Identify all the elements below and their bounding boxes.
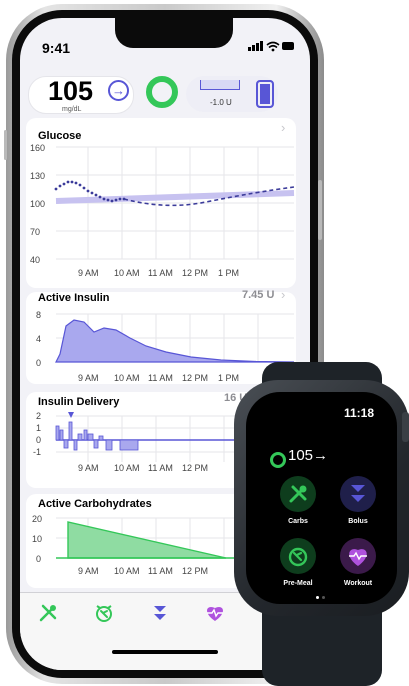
x-tick: 10 AM bbox=[114, 566, 140, 576]
insulin-delivery-title: Insulin Delivery bbox=[38, 396, 120, 408]
x-tick: 12 PM bbox=[182, 373, 208, 383]
glucose-title: Glucose bbox=[38, 130, 82, 142]
y-tick: 0 bbox=[36, 358, 41, 368]
x-tick: 9 AM bbox=[78, 268, 99, 278]
active-carbs-title: Active Carbohydrates bbox=[38, 498, 152, 510]
watch-bolus-label: Bolus bbox=[348, 518, 368, 525]
y-tick: 10 bbox=[32, 534, 42, 544]
x-tick: 1 PM bbox=[218, 373, 239, 383]
x-tick: 10 AM bbox=[114, 373, 140, 383]
y-tick: 20 bbox=[32, 514, 42, 524]
watch-premeal-button[interactable] bbox=[280, 538, 316, 574]
watch-carbs-button[interactable] bbox=[280, 476, 316, 512]
x-tick: 9 AM bbox=[78, 566, 99, 576]
active-insulin-card[interactable]: Active Insulin 7.45 U › 8 4 0 9 AM 10 AM… bbox=[26, 287, 296, 384]
watch-workout-button[interactable] bbox=[340, 538, 376, 574]
x-tick: 9 AM bbox=[78, 463, 99, 473]
x-tick: 10 AM bbox=[114, 463, 140, 473]
x-tick: 1 PM bbox=[218, 268, 239, 278]
y-tick: 160 bbox=[30, 143, 45, 153]
glucose-value: 105 bbox=[48, 76, 94, 106]
active-insulin-value: 7.45 U bbox=[242, 289, 275, 301]
carbs-icon[interactable] bbox=[38, 603, 58, 623]
y-tick: 0 bbox=[36, 435, 41, 445]
home-indicator bbox=[112, 650, 218, 654]
loop-status-icon[interactable] bbox=[146, 76, 178, 108]
digital-crown[interactable] bbox=[402, 412, 409, 442]
watch-screen: 11:18 105→ Carbs Bolus Pre-Meal Workout bbox=[246, 392, 397, 604]
watch-workout-label: Workout bbox=[343, 580, 373, 587]
watch-glucose: 105→ bbox=[288, 447, 329, 464]
watch-time: 11:18 bbox=[344, 406, 375, 420]
page-dot-active bbox=[316, 596, 319, 599]
phone-volume-button bbox=[4, 130, 7, 160]
basal-bars bbox=[55, 421, 139, 451]
glucose-card[interactable]: Glucose › 160 130 100 70 40 9 AM 10 AM 1… bbox=[26, 118, 296, 288]
pump-temp-basal: -1.0 U bbox=[210, 98, 232, 107]
x-tick: 12 PM bbox=[182, 463, 208, 473]
watch-loop-icon bbox=[270, 452, 286, 468]
x-tick: 9 AM bbox=[78, 373, 99, 383]
watch-carbs-label: Carbs bbox=[288, 518, 308, 525]
y-tick: 1 bbox=[36, 423, 41, 433]
x-tick: 11 AM bbox=[148, 373, 173, 383]
y-tick: 70 bbox=[30, 227, 40, 237]
y-tick: 2 bbox=[36, 411, 41, 421]
phone-side-button bbox=[318, 180, 322, 240]
active-insulin-title: Active Insulin bbox=[38, 292, 110, 304]
y-tick: 130 bbox=[30, 171, 45, 181]
page-dot bbox=[322, 596, 325, 599]
glucose-plot: 160 130 100 70 40 9 AM 10 AM 11 AM 12 PM… bbox=[30, 143, 295, 278]
reservoir-icon bbox=[256, 80, 274, 108]
watch-bolus-button[interactable] bbox=[340, 476, 376, 512]
y-tick: -1 bbox=[33, 447, 41, 457]
basal-rate-icon bbox=[200, 80, 240, 90]
x-tick: 12 PM bbox=[182, 566, 208, 576]
active-insulin-plot: 8 4 0 9 AM 10 AM 11 AM 12 PM 1 PM bbox=[36, 310, 295, 383]
glucose-unit: mg/dL bbox=[62, 106, 82, 113]
y-tick: 0 bbox=[36, 554, 41, 564]
trend-arrow-icon: → bbox=[108, 80, 129, 101]
x-tick: 11 AM bbox=[148, 566, 173, 576]
chevron-right-icon: › bbox=[281, 287, 286, 302]
y-tick: 40 bbox=[30, 255, 40, 265]
y-tick: 4 bbox=[36, 334, 41, 344]
workout-icon[interactable] bbox=[204, 603, 226, 623]
x-tick: 11 AM bbox=[148, 463, 173, 473]
y-tick: 8 bbox=[36, 310, 41, 320]
x-tick: 10 AM bbox=[114, 268, 140, 278]
x-tick: 11 AM bbox=[148, 268, 173, 278]
y-tick: 100 bbox=[30, 199, 45, 209]
x-tick: 12 PM bbox=[182, 268, 208, 278]
chevron-right-icon: › bbox=[281, 120, 286, 135]
premeal-icon[interactable] bbox=[94, 603, 114, 623]
active-carbs-area bbox=[67, 521, 227, 559]
watch-premeal-label: Pre-Meal bbox=[283, 580, 313, 587]
bolus-marker bbox=[68, 412, 74, 418]
bolus-icon[interactable] bbox=[150, 603, 170, 623]
